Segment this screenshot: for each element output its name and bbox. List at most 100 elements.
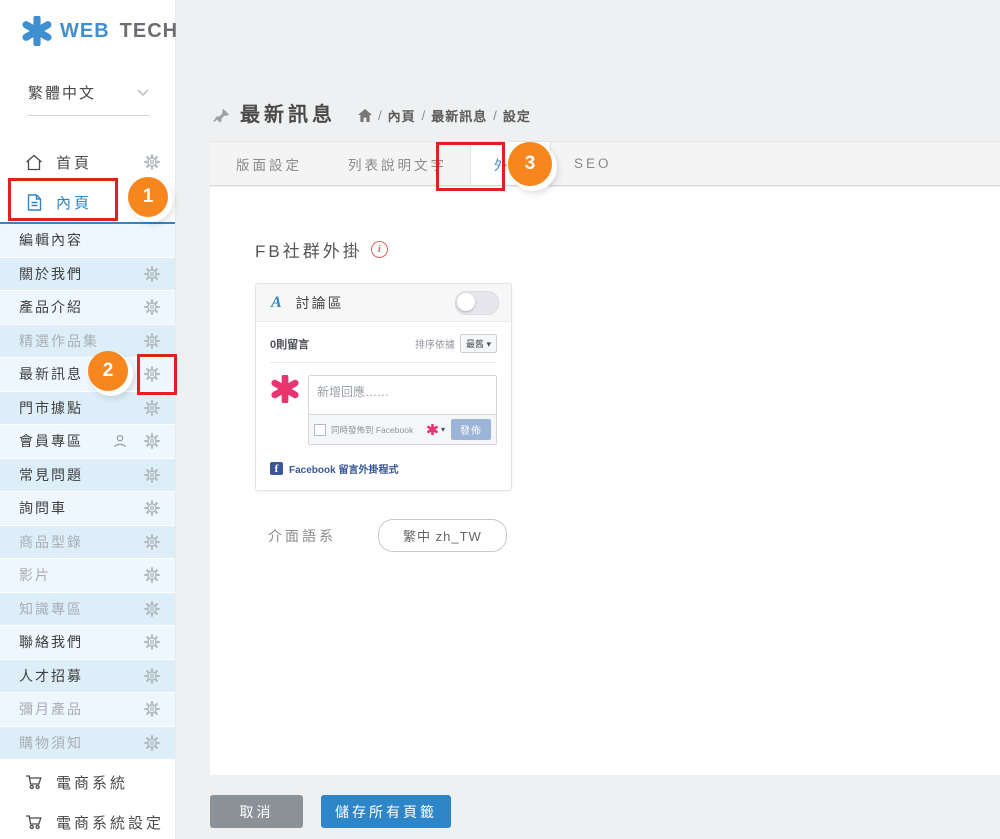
tab-bar: 版面設定列表說明文字外掛SEO — [210, 141, 1000, 186]
sidebar-item-contact-us[interactable]: 聯絡我們 — [0, 626, 175, 660]
gear-icon[interactable] — [144, 500, 160, 516]
sidebar-item-inquiry-cart[interactable]: 詢問車 — [0, 492, 175, 526]
tab-seo[interactable]: SEO — [551, 142, 635, 185]
chevron-down-icon — [137, 89, 149, 97]
cart-icon — [24, 774, 44, 790]
sidebar-item-knowledge[interactable]: 知識專區 — [0, 593, 175, 627]
sidebar-item-label: 彌月產品 — [19, 699, 83, 719]
gear-icon[interactable] — [144, 668, 160, 684]
sidebar-item-ecommerce[interactable]: 電商系統 — [0, 762, 175, 802]
doc-icon — [24, 194, 44, 211]
gear-icon[interactable] — [144, 735, 160, 751]
breadcrumb-item-latest-news[interactable]: 最新訊息 — [431, 106, 487, 125]
plugin-a-icon: A — [271, 294, 282, 312]
sidebar-item-label: 編輯內容 — [19, 230, 83, 250]
sidebar-item-products[interactable]: 產品介紹 — [0, 291, 175, 325]
plugin-name: 討論區 — [296, 293, 344, 313]
fb-post-checkbox[interactable] — [314, 424, 326, 436]
main-area: 最新訊息 / 內頁 / 最新訊息 / 設定 版面設定列表說明文字外掛SEO FB… — [210, 0, 1000, 839]
fb-comment-box: 新增回應…… 同時發佈到 Facebook ▾ 發佈 — [308, 375, 497, 445]
fb-mini-asterisk-icon — [427, 424, 438, 435]
page-header: 最新訊息 / 內頁 / 最新訊息 / 設定 — [210, 0, 1000, 127]
sidebar-item-label: 產品介紹 — [19, 297, 83, 317]
sidebar-item-videos[interactable]: 影片 — [0, 559, 175, 593]
gear-icon[interactable] — [144, 534, 160, 550]
sidebar-item-label: 常見問題 — [19, 465, 83, 485]
fb-post-checkbox-label: 同時發佈到 Facebook — [331, 424, 413, 436]
section-title: FB社群外掛 — [255, 237, 363, 262]
breadcrumb: / 內頁 / 最新訊息 / 設定 — [358, 106, 531, 125]
facebook-logo-icon: f — [270, 462, 283, 475]
tab-list-text[interactable]: 列表說明文字 — [325, 142, 470, 185]
plugin-toggle[interactable] — [455, 291, 499, 315]
sidebar-item-stores[interactable]: 門市據點 — [0, 392, 175, 426]
cart-icon — [24, 814, 44, 830]
sidebar-item-label: 電商系統 — [56, 772, 128, 793]
save-all-tabs-button[interactable]: 儲存所有頁籤 — [321, 795, 451, 828]
fb-comment-footer: 同時發佈到 Facebook ▾ 發佈 — [309, 414, 496, 444]
logo: WEB TECH — [0, 0, 175, 46]
gear-icon[interactable] — [144, 567, 160, 583]
sidebar-item-baby-gift[interactable]: 彌月產品 — [0, 693, 175, 727]
gear-icon[interactable] — [144, 366, 160, 382]
interface-language-label: 介面語系 — [268, 526, 336, 546]
sidebar-item-label: 內頁 — [56, 192, 92, 213]
asterisk-logo-icon — [22, 16, 52, 46]
sidebar-item-faq[interactable]: 常見問題 — [0, 459, 175, 493]
page-title: 最新訊息 — [240, 98, 336, 127]
gear-icon[interactable] — [144, 601, 160, 617]
sidebar-item-shopping-notice[interactable]: 購物須知 — [0, 727, 175, 761]
fb-identity-caret-icon[interactable]: ▾ — [441, 425, 445, 434]
sidebar-item-recruit[interactable]: 人才招募 — [0, 660, 175, 694]
gear-icon[interactable] — [144, 400, 160, 416]
fb-plugin-card-header: A 討論區 — [256, 284, 511, 322]
sidebar-item-featured-works[interactable]: 精選作品集 — [0, 325, 175, 359]
fb-comments-count: 0則留言 — [270, 336, 309, 352]
sidebar-item-label: 精選作品集 — [19, 331, 99, 351]
language-selector-label: 繁體中文 — [28, 82, 96, 103]
language-selector[interactable]: 繁體中文 — [28, 82, 149, 116]
gear-icon[interactable] — [144, 433, 160, 449]
gear-icon[interactable] — [144, 634, 160, 650]
sidebar-item-label: 知識專區 — [19, 599, 83, 619]
sidebar-item-label: 聯絡我們 — [19, 632, 83, 652]
person-icon[interactable] — [113, 434, 127, 448]
sidebar: WEB TECH 繁體中文 首頁內頁 編輯內容關於我們產品介紹精選作品集最新訊息… — [0, 0, 176, 839]
fb-comment-input[interactable]: 新增回應…… — [309, 376, 496, 414]
gear-icon[interactable] — [144, 299, 160, 315]
breadcrumb-item-inner-pages[interactable]: 內頁 — [388, 106, 416, 125]
interface-language-button[interactable]: 繁中 zh_TW — [378, 519, 507, 552]
sidebar-item-about-us[interactable]: 關於我們 — [0, 258, 175, 292]
fb-publish-button[interactable]: 發佈 — [451, 419, 491, 440]
fb-sort-dropdown[interactable]: 最舊 ▾ — [460, 334, 497, 353]
sidebar-item-label: 關於我們 — [19, 264, 83, 284]
tab-layout[interactable]: 版面設定 — [213, 142, 325, 185]
annotation-step-3: 3 — [508, 142, 552, 186]
footer-actions: 取消 儲存所有頁籤 — [210, 795, 451, 828]
home-icon[interactable] — [358, 109, 372, 122]
gear-icon[interactable] — [144, 266, 160, 282]
sidebar-item-members[interactable]: 會員專區 — [0, 425, 175, 459]
sidebar-item-label: 購物須知 — [19, 733, 83, 753]
pin-icon — [213, 108, 230, 125]
gear-icon[interactable] — [144, 154, 160, 170]
sidebar-item-label: 門市據點 — [19, 398, 83, 418]
annotation-step-1: 1 — [128, 177, 168, 217]
cancel-button[interactable]: 取消 — [210, 795, 303, 828]
fb-plugin-link[interactable]: f Facebook 留言外掛程式 — [270, 461, 497, 476]
sidebar-item-home[interactable]: 首頁 — [0, 142, 175, 182]
logo-word-tech: TECH — [120, 20, 178, 43]
sidebar-item-edit-content[interactable]: 編輯內容 — [0, 224, 175, 258]
fb-sort-label: 排序依據 — [415, 336, 455, 351]
sidebar-item-catalog[interactable]: 商品型錄 — [0, 526, 175, 560]
sidebar-item-label: 詢問車 — [19, 498, 67, 518]
sidebar-item-label: 最新訊息 — [19, 364, 83, 384]
gear-icon[interactable] — [144, 467, 160, 483]
gear-icon[interactable] — [144, 333, 160, 349]
sidebar-item-ecommerce-settings[interactable]: 電商系統設定 — [0, 802, 175, 839]
logo-word-web: WEB — [60, 20, 110, 43]
info-icon[interactable]: i — [371, 241, 388, 258]
gear-icon[interactable] — [144, 701, 160, 717]
interface-language-row: 介面語系 繁中 zh_TW — [268, 519, 507, 552]
sidebar-item-label: 商品型錄 — [19, 532, 83, 552]
